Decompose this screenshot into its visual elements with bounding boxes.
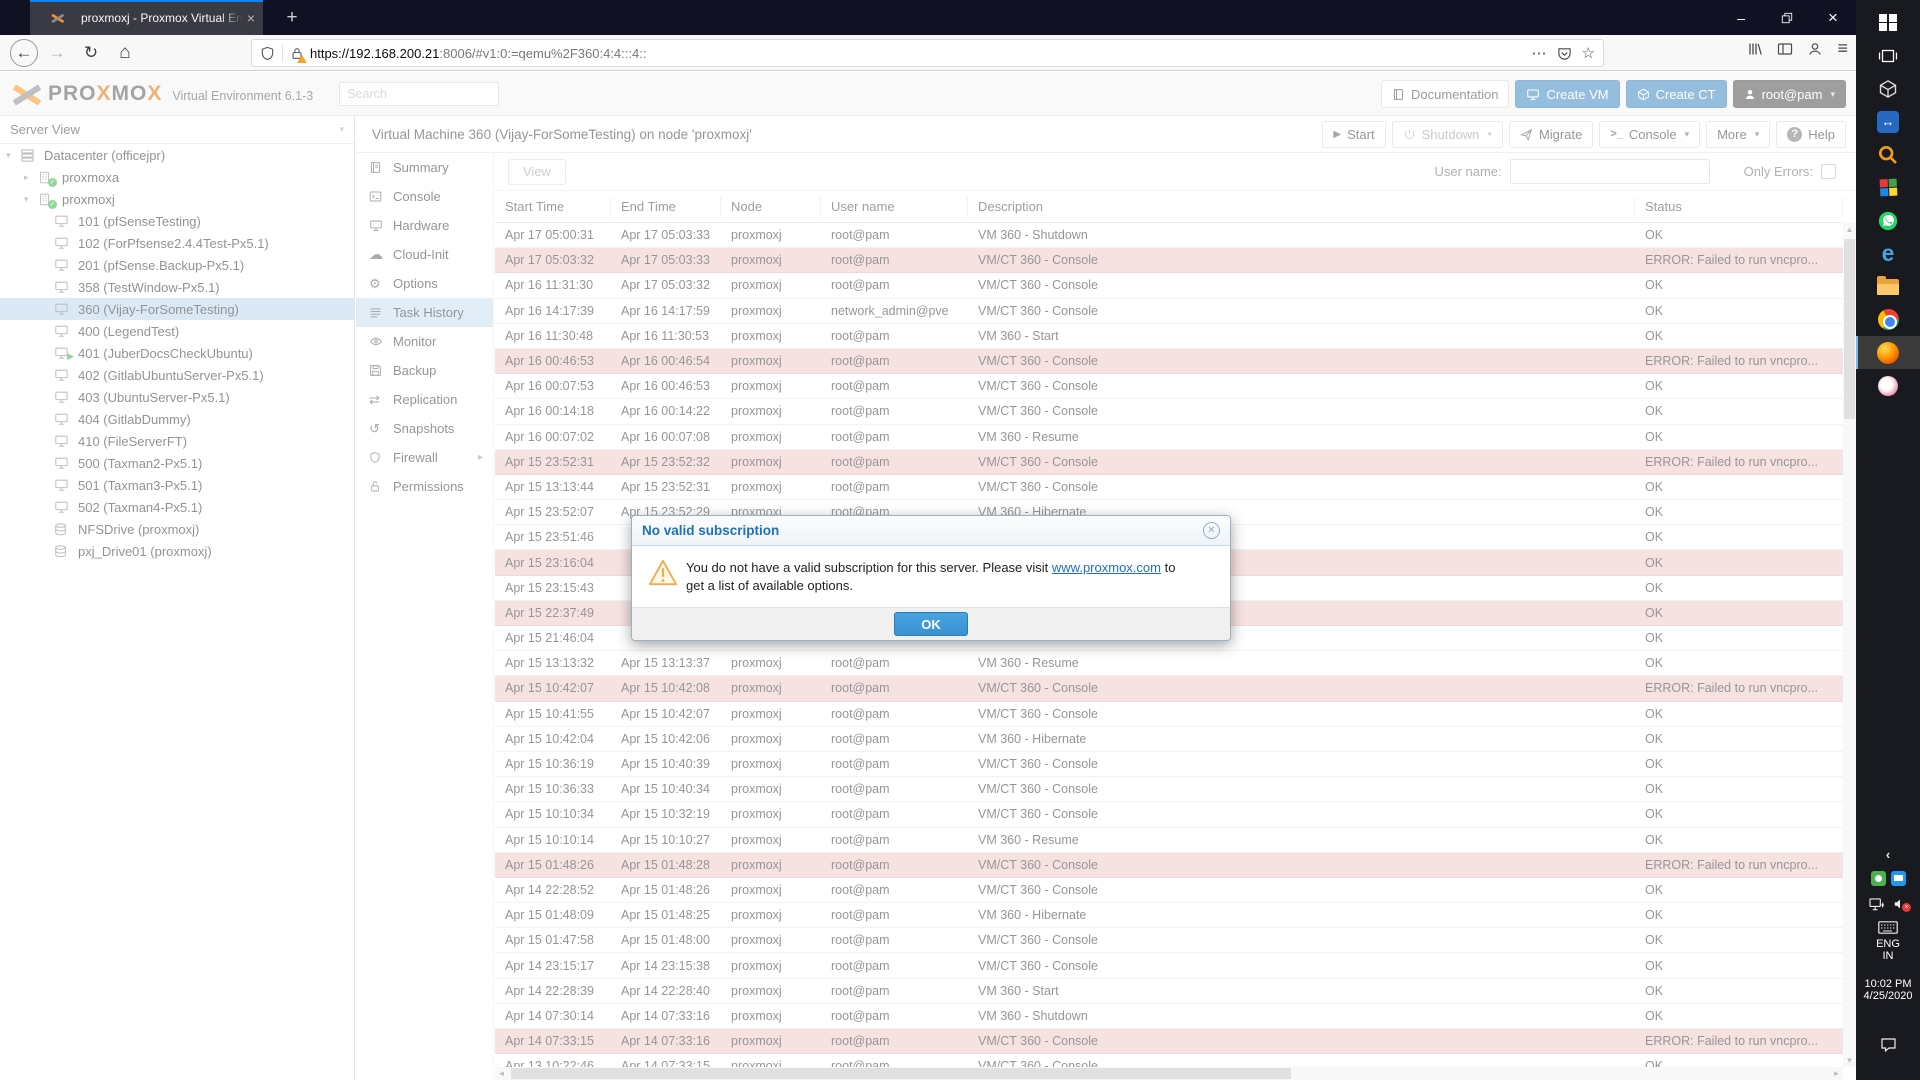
- windows-taskbar: ↔ e ‹ × ENG IN 10:02 PM 4/25/2020: [1856, 0, 1920, 1080]
- taskbar-whatsapp-icon[interactable]: [1856, 204, 1920, 237]
- tab-close-icon[interactable]: ×: [247, 10, 255, 26]
- window-restore-button[interactable]: [1764, 0, 1810, 35]
- pocket-icon[interactable]: [1557, 46, 1572, 61]
- library-icon[interactable]: [1747, 41, 1763, 57]
- browser-toolbar: ← → ↻ ⌂ https://192.168.200.21:8006/#v1:…: [0, 35, 1856, 71]
- dialog-footer: OK: [632, 607, 1230, 641]
- taskbar-teamviewer-icon[interactable]: ↔: [1856, 105, 1920, 138]
- language-indicator[interactable]: ENG IN: [1856, 938, 1920, 962]
- ssl-lock-warning-icon[interactable]: [290, 46, 307, 63]
- forward-button[interactable]: →: [42, 38, 72, 68]
- clock[interactable]: 10:02 PM 4/25/2020: [1856, 978, 1920, 1002]
- dialog-title: No valid subscription: [642, 523, 780, 538]
- taskbar-task-view-icon[interactable]: [1856, 39, 1920, 72]
- bookmark-star-icon[interactable]: ☆: [1582, 44, 1595, 62]
- tray-system-icons: ×: [1856, 892, 1920, 916]
- desktop: proxmoxj - Proxmox Virtual Env × + – × ←…: [0, 0, 1920, 1080]
- sidebars-icon[interactable]: [1777, 41, 1793, 57]
- taskbar-chrome-icon[interactable]: [1856, 303, 1920, 336]
- taskbar-edge-icon[interactable]: e: [1856, 237, 1920, 270]
- tray-app-icon[interactable]: [1870, 870, 1886, 886]
- volume-muted-icon[interactable]: ×: [1893, 897, 1911, 912]
- url-text: https://192.168.200.21:8006/#v1:0:=qemu%…: [310, 45, 647, 61]
- taskbar-paint3d-icon[interactable]: [1856, 369, 1920, 402]
- no-valid-subscription-dialog: No valid subscription ✕ You do not have …: [631, 515, 1231, 642]
- dialog-header[interactable]: No valid subscription ✕: [632, 516, 1230, 546]
- proxmox-app: PROXMOX Virtual Environment 6.1-3 Docume…: [0, 72, 1856, 1080]
- tray-icons: [1856, 866, 1920, 890]
- touch-keyboard-icon[interactable]: [1856, 916, 1920, 938]
- warning-triangle-icon: [648, 559, 686, 595]
- account-icon[interactable]: [1807, 41, 1823, 57]
- taskbar-file-explorer-icon[interactable]: [1856, 270, 1920, 303]
- reload-button[interactable]: ↻: [76, 38, 106, 68]
- dialog-close-icon[interactable]: ✕: [1203, 522, 1220, 539]
- home-button[interactable]: ⌂: [110, 38, 140, 68]
- back-button[interactable]: ←: [10, 38, 38, 67]
- taskbar-start-icon[interactable]: [1856, 6, 1920, 39]
- tab-title: proxmoxj - Proxmox Virtual Env: [81, 10, 243, 25]
- browser-window: proxmoxj - Proxmox Virtual Env × + – × ←…: [0, 0, 1856, 1080]
- ok-button[interactable]: OK: [894, 612, 968, 637]
- menu-hamburger-icon[interactable]: ≡: [1837, 38, 1848, 59]
- tracking-shield-icon[interactable]: [260, 46, 275, 61]
- proxmox-link[interactable]: www.proxmox.com: [1052, 560, 1161, 575]
- window-close-button[interactable]: ×: [1810, 0, 1856, 35]
- tray-app-icon[interactable]: [1890, 870, 1906, 886]
- proxmox-favicon-icon: [51, 13, 65, 23]
- page-actions-icon[interactable]: ⋯: [1532, 44, 1547, 62]
- browser-tab[interactable]: proxmoxj - Proxmox Virtual Env ×: [30, 0, 263, 35]
- taskbar-firefox-icon[interactable]: [1856, 336, 1920, 369]
- dialog-message: You do not have a valid subscription for…: [686, 560, 1176, 594]
- url-bar[interactable]: https://192.168.200.21:8006/#v1:0:=qemu%…: [251, 39, 1604, 67]
- network-icon[interactable]: [1869, 897, 1886, 912]
- tray-expand-button[interactable]: ‹: [1856, 842, 1920, 866]
- taskbar-search-icon[interactable]: [1856, 138, 1920, 171]
- new-tab-button[interactable]: +: [278, 4, 306, 32]
- taskbar-remote-desktop-icon[interactable]: [1856, 171, 1920, 204]
- taskbar-vm-box-icon[interactable]: [1856, 72, 1920, 105]
- window-minimize-button[interactable]: –: [1718, 0, 1764, 35]
- action-center-icon[interactable]: [1856, 1030, 1920, 1060]
- browser-tab-bar: proxmoxj - Proxmox Virtual Env × + – ×: [0, 0, 1856, 35]
